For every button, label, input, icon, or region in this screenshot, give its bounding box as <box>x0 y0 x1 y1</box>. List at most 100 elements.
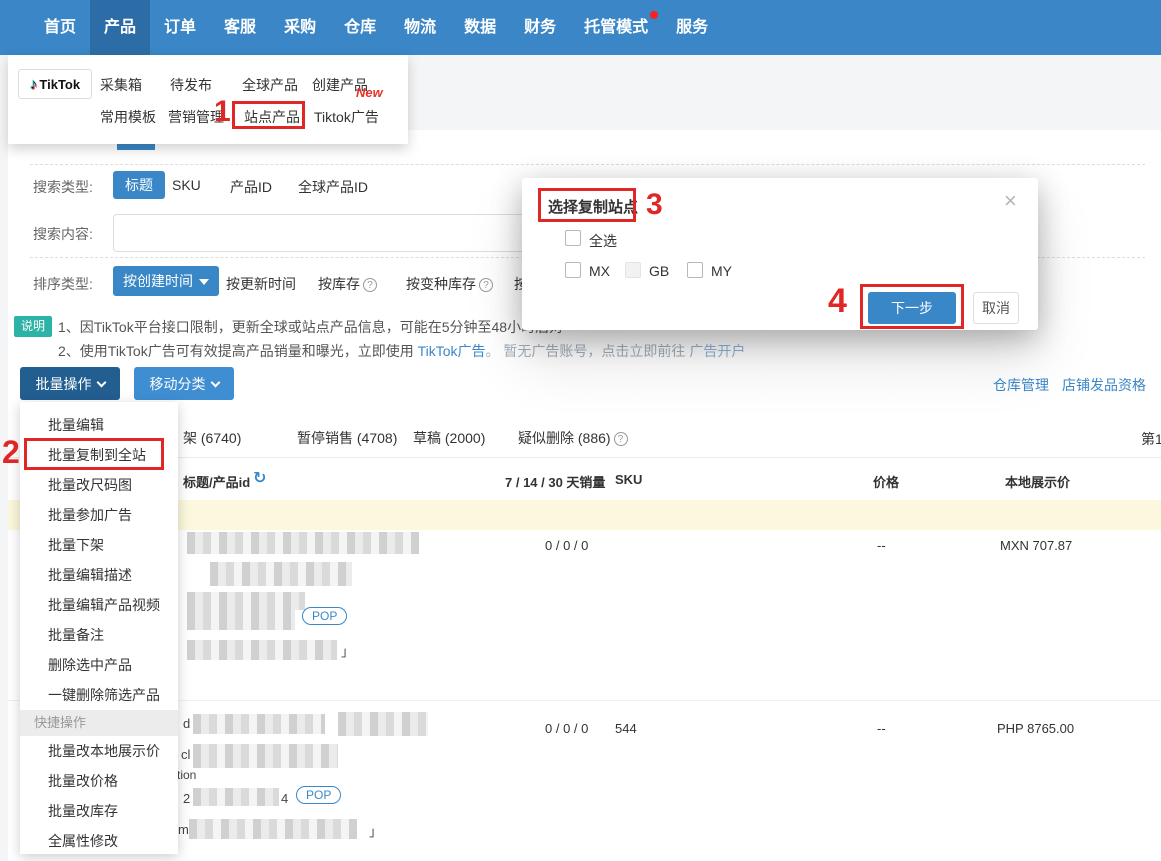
notice-line-2: 2、使用TikTok广告可有效提高产品销量和曝光，立即使用 TikTok广告。 … <box>58 341 745 361</box>
highlight-row <box>8 500 1161 530</box>
menu-item-batch-off-shelf[interactable]: 批量下架 <box>20 530 178 560</box>
annotation-number-4: 4 <box>828 284 847 318</box>
move-category-label: 移动分类 <box>150 376 206 392</box>
text-fragment: 」 <box>341 641 354 660</box>
menu-item-delete-filtered[interactable]: 一键删除筛选产品 <box>20 680 178 710</box>
shop-qualification-link[interactable]: 店铺发品资格 <box>1062 375 1146 395</box>
menu-item-all-attributes[interactable]: 全属性修改 <box>20 826 178 856</box>
notice-line2-faded: 。 暂无广告账号，点击立即前往 <box>486 343 690 359</box>
annotation-number-1: 1 <box>214 97 231 127</box>
nav-hosting-label: 托管模式 <box>584 19 648 36</box>
menu-item-batch-remark[interactable]: 批量备注 <box>20 620 178 650</box>
search-type-global-id[interactable]: 全球产品ID <box>298 177 368 197</box>
pagination-info: 第1- <box>1141 429 1161 449</box>
sort-create-label: 按创建时间 <box>123 273 193 289</box>
question-circle-icon[interactable]: ? <box>479 278 493 292</box>
nav-data[interactable]: 数据 <box>450 0 510 55</box>
redacted-text-block <box>210 562 352 586</box>
question-circle-icon[interactable]: ? <box>614 432 628 446</box>
menu-item-site-products[interactable]: 站点产品 <box>244 107 300 127</box>
col-local-price-header: 本地展示价 <box>1005 472 1070 491</box>
pop-badge: POP <box>302 607 347 625</box>
menu-item-delete-selected[interactable]: 删除选中产品 <box>20 650 178 680</box>
nav-finance[interactable]: 财务 <box>510 0 570 55</box>
chevron-down-icon <box>96 377 106 387</box>
nav-customer-service[interactable]: 客服 <box>210 0 270 55</box>
tiktok-ads-link[interactable]: TikTok广告 <box>418 343 486 359</box>
menu-item-batch-price[interactable]: 批量改价格 <box>20 766 178 796</box>
sort-by-update-time[interactable]: 按更新时间 <box>226 274 296 294</box>
menu-item-batch-local-price[interactable]: 批量改本地展示价 <box>20 736 178 766</box>
search-type-title-chip[interactable]: 标题 <box>113 171 165 199</box>
site-my-label: MY <box>711 263 732 279</box>
site-my-checkbox[interactable] <box>687 262 703 278</box>
menu-item-global-products[interactable]: 全球产品 <box>242 75 298 95</box>
nav-warehouse[interactable]: 仓库 <box>330 0 390 55</box>
pop-badge: POP <box>296 786 341 804</box>
close-icon[interactable]: × <box>1004 190 1017 212</box>
nav-orders[interactable]: 订单 <box>150 0 210 55</box>
next-step-button[interactable]: 下一步 <box>868 292 956 324</box>
move-category-button[interactable]: 移动分类 <box>134 367 234 400</box>
search-type-product-id[interactable]: 产品ID <box>230 177 272 197</box>
menu-item-batch-size-chart[interactable]: 批量改尺码图 <box>20 470 178 500</box>
select-all-checkbox[interactable] <box>565 230 581 246</box>
search-type-sku[interactable]: SKU <box>172 177 201 193</box>
nav-home[interactable]: 首页 <box>30 0 90 55</box>
annotation-number-3: 3 <box>646 190 663 220</box>
tiktok-note-icon: ♪ <box>30 76 38 93</box>
warehouse-manage-link[interactable]: 仓库管理 <box>993 375 1049 395</box>
annotation-number-2: 2 <box>2 436 20 468</box>
ad-account-link[interactable]: 广告开户 <box>689 343 745 359</box>
menu-section-quick-ops: 快捷操作 <box>20 710 178 736</box>
menu-item-batch-edit[interactable]: 批量编辑 <box>20 410 178 440</box>
menu-item-batch-edit-video[interactable]: 批量编辑产品视频 <box>20 590 178 620</box>
notice-badge: 说明 <box>14 316 52 337</box>
col-sku-header: SKU <box>615 472 642 487</box>
menu-item-batch-stock[interactable]: 批量改库存 <box>20 796 178 826</box>
redacted-text-block <box>187 640 337 660</box>
sort-by-create-time-chip[interactable]: 按创建时间 <box>113 266 219 296</box>
row1-price: -- <box>877 538 886 553</box>
modal-title: 选择复制站点 <box>548 196 638 217</box>
text-fragment: 」 <box>369 821 382 840</box>
sort-by-variant-stock[interactable]: 按变种库存? <box>406 274 493 294</box>
tiktok-logo: ♪TikTok <box>18 69 92 99</box>
nav-services[interactable]: 服务 <box>662 0 722 55</box>
menu-item-pending-publish[interactable]: 待发布 <box>170 75 212 95</box>
text-fragment: m <box>178 822 189 837</box>
menu-item-collection-box[interactable]: 采集箱 <box>100 75 142 95</box>
top-nav: 首页 产品 订单 客服 采购 仓库 物流 数据 财务 托管模式 服务 <box>0 0 1161 55</box>
redacted-text-block <box>193 714 325 734</box>
text-fragment: cl <box>181 747 190 762</box>
tab-paused[interactable]: 暂停销售 (4708) <box>297 428 397 448</box>
refresh-icon[interactable]: ↻ <box>253 468 266 488</box>
search-content-label: 搜索内容: <box>33 224 93 244</box>
tab-on-shelf[interactable]: 架 (6740) <box>183 428 241 448</box>
nav-hosting-mode[interactable]: 托管模式 <box>570 0 662 55</box>
menu-item-common-templates[interactable]: 常用模板 <box>100 107 156 127</box>
menu-item-tiktok-ads[interactable]: Tiktok广告 <box>314 107 379 127</box>
row-divider <box>8 700 1161 701</box>
question-circle-icon[interactable]: ? <box>363 278 377 292</box>
text-fragment: tion <box>177 768 196 782</box>
cancel-button[interactable]: 取消 <box>973 292 1019 324</box>
row2-sales: 0 / 0 / 0 <box>545 721 588 736</box>
batch-operation-button[interactable]: 批量操作 <box>20 367 120 400</box>
redacted-text-block <box>187 532 419 554</box>
menu-item-batch-join-ads[interactable]: 批量参加广告 <box>20 500 178 530</box>
redacted-text-block <box>187 592 305 610</box>
menu-item-batch-copy-all-sites[interactable]: 批量复制到全站 <box>20 440 178 470</box>
redacted-text-block <box>187 610 295 630</box>
chevron-down-icon <box>210 377 220 387</box>
nav-product[interactable]: 产品 <box>90 0 150 55</box>
batch-operation-label: 批量操作 <box>36 376 92 392</box>
redacted-text-block <box>338 712 428 736</box>
nav-purchasing[interactable]: 采购 <box>270 0 330 55</box>
nav-logistics[interactable]: 物流 <box>390 0 450 55</box>
sort-by-stock[interactable]: 按库存? <box>318 274 377 294</box>
tab-suspected-deleted[interactable]: 疑似删除 (886)? <box>518 428 628 448</box>
site-mx-checkbox[interactable] <box>565 262 581 278</box>
menu-item-batch-edit-description[interactable]: 批量编辑描述 <box>20 560 178 590</box>
tab-draft[interactable]: 草稿 (2000) <box>413 428 485 448</box>
